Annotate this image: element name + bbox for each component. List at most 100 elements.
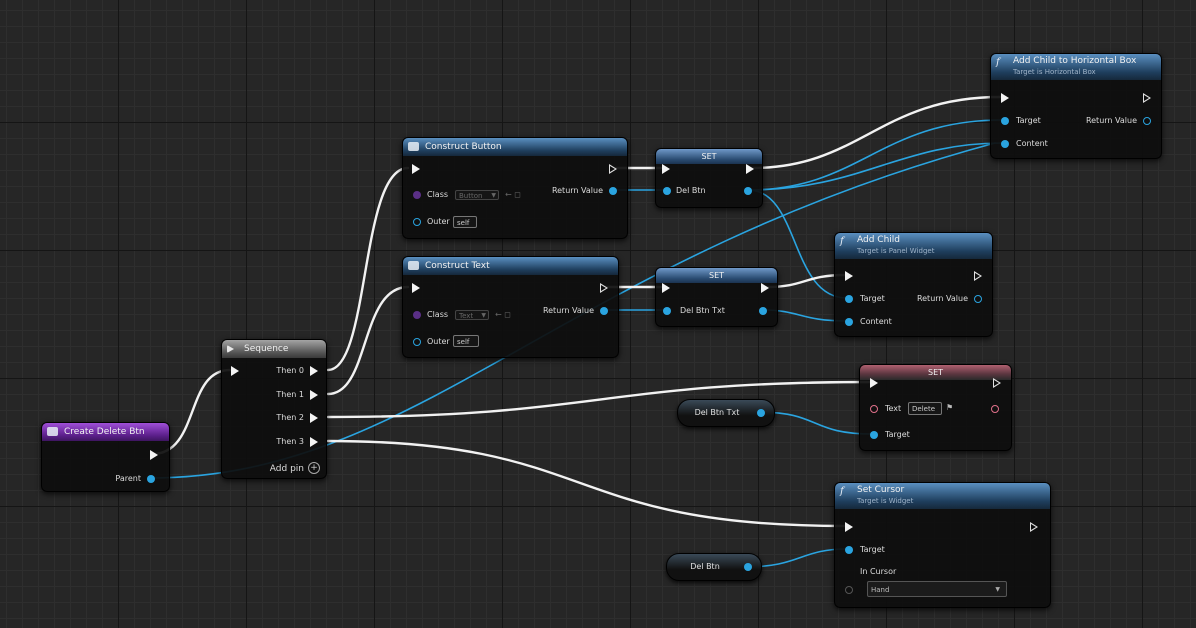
- then3-exec-pin[interactable]: [310, 437, 318, 447]
- return-value-pin[interactable]: [600, 307, 608, 315]
- exec-in-pin[interactable]: [412, 164, 420, 174]
- outer-label: Outer: [427, 337, 450, 346]
- node-header: f Add Child to Horizontal Box Target is Ho…: [991, 54, 1161, 80]
- exec-out-pin[interactable]: [609, 164, 617, 174]
- browse-arrow-icon[interactable]: ← ◻: [495, 310, 511, 319]
- target-input-pin[interactable]: [845, 295, 853, 303]
- node-set-text[interactable]: SET Text Delete ⚑ Target: [859, 364, 1012, 451]
- node-title: Add Child to Horizontal Box: [1013, 56, 1137, 66]
- class-select[interactable]: Button ▼: [455, 190, 499, 200]
- exec-in-pin[interactable]: [1001, 93, 1009, 103]
- target-label: Target: [860, 545, 885, 554]
- return-value-label: Return Value: [551, 186, 603, 195]
- exec-out-pin[interactable]: [600, 283, 608, 293]
- class-value: Text: [459, 312, 474, 320]
- node-header: Create Delete Btn: [42, 423, 169, 441]
- node-create-delete-btn[interactable]: Create Delete Btn Parent: [41, 422, 170, 492]
- then1-exec-pin[interactable]: [310, 390, 318, 400]
- cursor-value: Hand: [871, 586, 890, 594]
- outer-field[interactable]: self: [453, 216, 477, 228]
- content-input-pin[interactable]: [1001, 140, 1009, 148]
- chevron-down-icon: ▼: [995, 586, 1000, 593]
- content-input-pin[interactable]: [845, 318, 853, 326]
- outer-label: Outer: [427, 217, 450, 226]
- sequence-icon: [227, 345, 234, 353]
- getter-del-btn[interactable]: Del Btn: [666, 553, 762, 581]
- del-btn-txt-output-pin[interactable]: [759, 307, 767, 315]
- outer-field[interactable]: self: [453, 335, 479, 347]
- outer-input-pin[interactable]: [413, 338, 421, 346]
- node-construct-text[interactable]: Construct Text Class Text ▼ ← ◻ Return Va…: [402, 256, 619, 358]
- getter-label: Del Btn Txt: [694, 408, 740, 417]
- exec-in-pin[interactable]: [231, 366, 239, 376]
- localize-icon[interactable]: ⚑: [946, 403, 953, 412]
- then1-label: Then 1: [276, 390, 304, 399]
- text-input-pin[interactable]: [870, 405, 878, 413]
- text-value-field[interactable]: Delete: [908, 402, 942, 415]
- target-input-pin[interactable]: [845, 546, 853, 554]
- exec-in-pin[interactable]: [845, 522, 853, 532]
- return-value-pin[interactable]: [974, 295, 982, 303]
- in-cursor-input-pin[interactable]: [845, 586, 853, 594]
- target-label: Target: [860, 294, 885, 303]
- getter-output-pin[interactable]: [744, 563, 752, 571]
- exec-then2-to-set-text: [326, 380, 875, 419]
- target-input-pin[interactable]: [1001, 117, 1009, 125]
- text-label: Text: [885, 404, 902, 413]
- browse-arrow-icon[interactable]: ← ◻: [505, 190, 521, 199]
- then0-label: Then 0: [276, 366, 304, 375]
- target-input-pin[interactable]: [870, 431, 878, 439]
- class-value: Button: [459, 192, 483, 200]
- getter-output-pin[interactable]: [757, 409, 765, 417]
- node-construct-button[interactable]: Construct Button Class Button ▼ ← ◻ Retur…: [402, 137, 628, 239]
- del-btn-input-pin[interactable]: [663, 187, 671, 195]
- del-btn-txt-input-pin[interactable]: [663, 307, 671, 315]
- return-value-label: Return Value: [1085, 116, 1137, 125]
- then0-exec-pin[interactable]: [310, 366, 318, 376]
- exec-out-pin[interactable]: [746, 164, 754, 174]
- text-output-pin[interactable]: [991, 405, 999, 413]
- then2-exec-pin[interactable]: [310, 413, 318, 423]
- exec-in-pin[interactable]: [870, 378, 878, 388]
- node-set-del-btn[interactable]: SET Del Btn: [655, 148, 763, 208]
- node-title: Construct Button: [425, 142, 502, 152]
- exec-out-pin[interactable]: [993, 378, 1001, 388]
- return-value-pin[interactable]: [1143, 117, 1151, 125]
- exec-out-pin[interactable]: [974, 271, 982, 281]
- node-sequence[interactable]: Sequence Then 0 Then 1 Then 2 Then 3 Add…: [221, 339, 327, 479]
- exec-out-pin[interactable]: [150, 450, 158, 460]
- cursor-select[interactable]: Hand ▼: [867, 581, 1007, 597]
- node-set-cursor[interactable]: f Set Cursor Target is Widget Target In Cu…: [834, 482, 1051, 608]
- class-input-pin[interactable]: [413, 311, 421, 319]
- node-add-child[interactable]: f Add Child Target is Panel Widget Target …: [834, 232, 993, 337]
- node-header: f Set Cursor Target is Widget: [835, 483, 1050, 509]
- node-add-child-to-horizontal-box[interactable]: f Add Child to Horizontal Box Target is Ho…: [990, 53, 1162, 159]
- node-title: Create Delete Btn: [64, 427, 145, 437]
- node-header: Sequence: [222, 340, 326, 358]
- exec-out-pin[interactable]: [761, 283, 769, 293]
- exec-out-pin[interactable]: [1143, 93, 1151, 103]
- exec-in-pin[interactable]: [662, 283, 670, 293]
- node-set-del-btn-txt[interactable]: SET Del Btn Txt: [655, 267, 778, 327]
- return-value-pin[interactable]: [609, 187, 617, 195]
- node-title: Sequence: [244, 344, 289, 354]
- chevron-down-icon: ▼: [481, 312, 486, 319]
- exec-in-pin[interactable]: [845, 271, 853, 281]
- parent-output-pin[interactable]: [147, 475, 155, 483]
- function-icon: [408, 142, 419, 151]
- outer-input-pin[interactable]: [413, 218, 421, 226]
- class-input-pin[interactable]: [413, 191, 421, 199]
- node-subtitle: Target is Widget: [857, 497, 914, 505]
- node-subtitle: Target is Horizontal Box: [1013, 68, 1096, 76]
- wire-set-del-btn-to-hbox-content: [747, 142, 1003, 191]
- function-icon: f: [840, 486, 844, 497]
- exec-out-pin[interactable]: [1030, 522, 1038, 532]
- exec-in-pin[interactable]: [662, 164, 670, 174]
- wire-getter-del-btn-txt-to-target: [757, 411, 873, 435]
- add-pin-icon[interactable]: +: [308, 462, 320, 474]
- class-select[interactable]: Text ▼: [455, 310, 489, 320]
- del-btn-output-pin[interactable]: [744, 187, 752, 195]
- exec-in-pin[interactable]: [412, 283, 420, 293]
- getter-del-btn-txt[interactable]: Del Btn Txt: [677, 399, 775, 427]
- target-label: Target: [885, 430, 910, 439]
